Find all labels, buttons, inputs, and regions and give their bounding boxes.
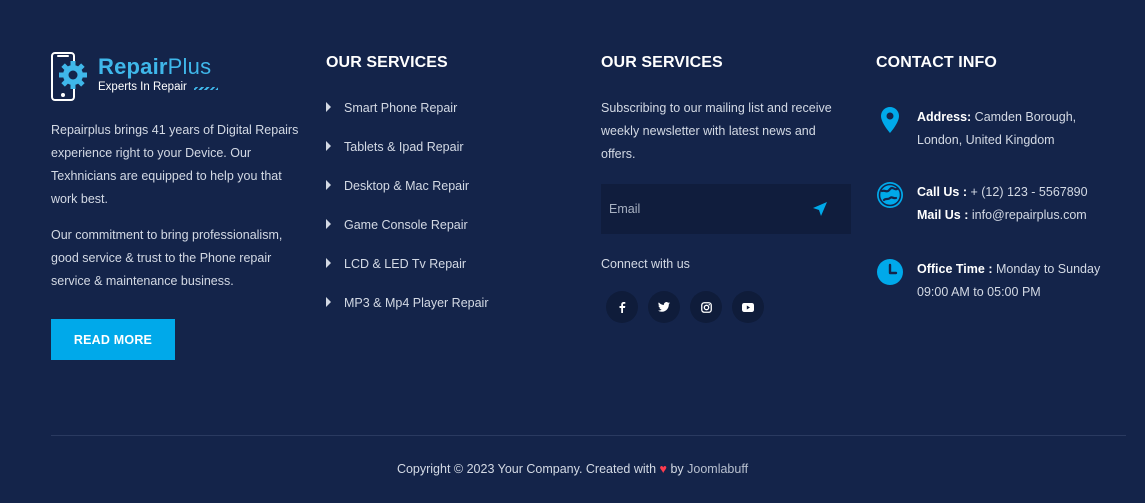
heart-icon: ♥ — [659, 462, 667, 476]
copyright: Copyright © 2023 Your Company. Created w… — [0, 462, 1145, 476]
youtube-icon[interactable] — [732, 291, 764, 323]
company-link[interactable]: Joomlabuff — [687, 462, 748, 476]
newsletter-column: OUR SERVICES Subscribing to our mailing … — [601, 52, 851, 323]
service-link[interactable]: Game Console Repair — [344, 216, 468, 234]
connect-label: Connect with us — [601, 257, 690, 271]
call-label: Call Us : — [917, 185, 968, 199]
service-link[interactable]: MP3 & Mp4 Player Repair — [344, 294, 489, 312]
newsletter-title: OUR SERVICES — [601, 54, 723, 71]
footer-divider — [51, 435, 1126, 436]
services-column: OUR SERVICES Smart Phone Repair Tablets … — [326, 52, 566, 333]
service-link[interactable]: LCD & LED Tv Repair — [344, 255, 466, 273]
address-line-2: London, United Kingdom — [917, 133, 1055, 147]
facebook-icon[interactable] — [606, 291, 638, 323]
brand-tagline: Experts In Repair — [98, 80, 218, 94]
caret-right-icon — [326, 258, 331, 268]
about-column: RepairPlus Experts In Repair Repairplus … — [51, 52, 301, 360]
globe-icon — [876, 181, 904, 209]
services-list: Smart Phone Repair Tablets & Ipad Repair… — [326, 99, 566, 333]
location-pin-icon — [876, 106, 904, 134]
service-item[interactable]: Tablets & Ipad Repair — [326, 138, 566, 177]
copyright-by: by — [670, 462, 684, 476]
caret-right-icon — [326, 141, 331, 151]
office-line-2: 09:00 AM to 05:00 PM — [917, 285, 1041, 299]
caret-right-icon — [326, 219, 331, 229]
mail-value[interactable]: info@repairplus.com — [968, 208, 1087, 222]
about-paragraph-2: Our commitment to bring professionalism,… — [51, 228, 283, 288]
address-line-1: Camden Borough, — [971, 110, 1077, 124]
brand-name: RepairPlus — [98, 54, 212, 79]
services-title: OUR SERVICES — [326, 54, 448, 71]
contact-phone-mail: Call Us : + (12) 123 - 5567890 Mail Us :… — [876, 181, 1088, 227]
service-link[interactable]: Tablets & Ipad Repair — [344, 138, 464, 156]
read-more-button[interactable]: READ MORE — [51, 319, 175, 360]
tagline-dash — [193, 87, 218, 90]
logo-text: RepairPlus Experts In Repair — [98, 54, 218, 94]
about-paragraph-1: Repairplus brings 41 years of Digital Re… — [51, 123, 299, 206]
service-item[interactable]: Desktop & Mac Repair — [326, 177, 566, 216]
caret-right-icon — [326, 297, 331, 307]
office-line-1: Monday to Sunday — [992, 262, 1101, 276]
phone-gear-icon — [51, 52, 95, 102]
instagram-icon[interactable] — [690, 291, 722, 323]
email-subscribe-box — [601, 184, 851, 234]
service-item[interactable]: Game Console Repair — [326, 216, 566, 255]
caret-right-icon — [326, 180, 331, 190]
call-value[interactable]: + (12) 123 - 5567890 — [967, 185, 1087, 199]
social-links — [606, 291, 851, 323]
office-label: Office Time : — [917, 262, 993, 276]
service-link[interactable]: Smart Phone Repair — [344, 99, 457, 117]
service-item[interactable]: LCD & LED Tv Repair — [326, 255, 566, 294]
contact-column: CONTACT INFO Address: Camden Borough, Lo… — [876, 52, 1126, 299]
service-item[interactable]: MP3 & Mp4 Player Repair — [326, 294, 566, 333]
email-input[interactable] — [601, 184, 801, 234]
address-label: Address: — [917, 110, 972, 124]
contact-office-time: Office Time : Monday to Sunday 09:00 AM … — [876, 258, 1100, 304]
contact-title: CONTACT INFO — [876, 54, 997, 71]
contact-address: Address: Camden Borough, London, United … — [876, 106, 1076, 152]
service-link[interactable]: Desktop & Mac Repair — [344, 177, 469, 195]
send-icon[interactable] — [811, 200, 829, 218]
mail-label: Mail Us : — [917, 208, 969, 222]
newsletter-text: Subscribing to our mailing list and rece… — [601, 101, 832, 161]
logo[interactable]: RepairPlus Experts In Repair — [51, 52, 301, 102]
twitter-icon[interactable] — [648, 291, 680, 323]
service-item[interactable]: Smart Phone Repair — [326, 99, 566, 138]
caret-right-icon — [326, 102, 331, 112]
footer-main: RepairPlus Experts In Repair Repairplus … — [0, 0, 1145, 435]
clock-icon — [876, 258, 904, 286]
copyright-text: Copyright © 2023 Your Company. Created w… — [396, 462, 657, 476]
